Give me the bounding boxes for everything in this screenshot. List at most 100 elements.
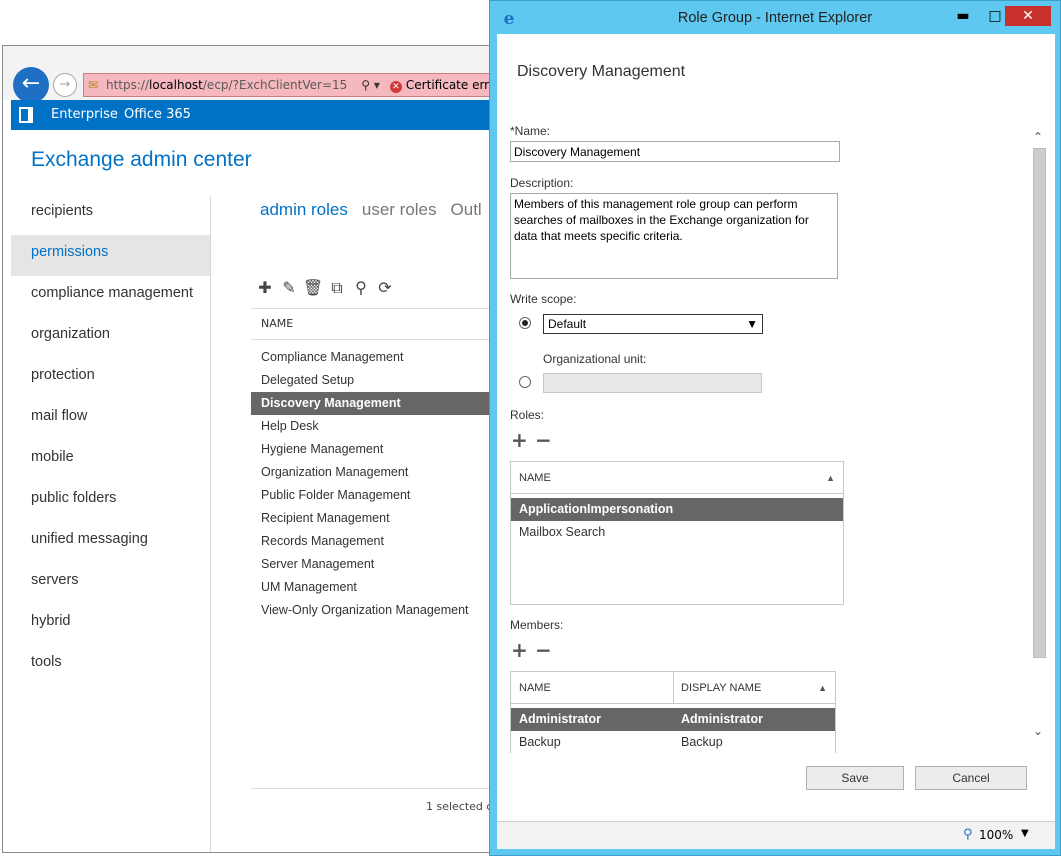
search-icon[interactable]: ⚲ (349, 278, 373, 297)
members-name-column: NAME (519, 682, 551, 694)
member-row-selected[interactable]: Administrator Administrator (511, 708, 835, 731)
close-button[interactable]: ✕ (1005, 6, 1051, 26)
zoom-level[interactable]: 100% (979, 828, 1013, 842)
chevron-down-icon[interactable]: ▼ (1021, 828, 1029, 839)
certificate-error-text[interactable]: Certificate error (406, 78, 501, 92)
roles-grid-header[interactable]: NAME ▲ (511, 462, 843, 494)
tab-user-roles[interactable]: user roles (362, 200, 437, 219)
page-title: Exchange admin center (31, 148, 252, 171)
table-row[interactable]: UM Management (251, 576, 523, 599)
office-topbar: Enterprise Office 365 (11, 100, 523, 130)
nav-item-mail-flow[interactable]: mail flow (11, 399, 211, 440)
zoom-icon[interactable]: ⚲ (963, 827, 973, 842)
nav-item-public-folders[interactable]: public folders (11, 481, 211, 522)
add-icon[interactable]: ✚ (253, 278, 277, 297)
members-toolbar: + − (511, 638, 559, 662)
ou-radio[interactable] (519, 376, 531, 388)
add-role-icon[interactable]: + (511, 428, 535, 452)
nav-item-tools[interactable]: tools (11, 645, 211, 686)
nav-item-mobile[interactable]: mobile (11, 440, 211, 481)
table-row[interactable]: Delegated Setup (251, 369, 523, 392)
certificate-error-icon[interactable]: ✕ (389, 81, 402, 93)
write-scope-default-radio[interactable] (519, 317, 531, 329)
delete-icon[interactable]: 🗑 (301, 278, 325, 297)
table-row[interactable]: Help Desk (251, 415, 523, 438)
member-display-name: Administrator (681, 712, 763, 726)
tab-admin-roles[interactable]: admin roles (260, 200, 348, 219)
write-scope-label: Write scope: (510, 292, 577, 306)
office-logo-icon (19, 107, 33, 123)
roles-grid: NAME ▲ ApplicationImpersonation Mailbox S… (510, 461, 844, 605)
nav-item-protection[interactable]: protection (11, 358, 211, 399)
table-row[interactable]: Public Folder Management (251, 484, 523, 507)
back-button[interactable]: ← (13, 67, 49, 103)
table-row[interactable]: Hygiene Management (251, 438, 523, 461)
member-name: Backup (519, 735, 561, 749)
roles-toolbar: + − (511, 428, 559, 452)
search-icon[interactable]: ⚲ ▾ (361, 78, 380, 92)
member-row[interactable]: Backup Backup (511, 731, 835, 753)
nav-item-unified-messaging[interactable]: unified messaging (11, 522, 211, 563)
cancel-button[interactable]: Cancel (915, 766, 1027, 790)
member-display-name: Backup (681, 735, 723, 749)
url-prefix: https:// (106, 78, 150, 92)
table-row-selected[interactable]: Discovery Management (251, 392, 523, 415)
dialog-scrollbar[interactable]: ⌃ ⌄ (1029, 129, 1047, 739)
close-icon: ✕ (1022, 8, 1034, 24)
nav-item-compliance-management[interactable]: compliance management (11, 276, 211, 317)
write-scope-select[interactable]: Default ▼ (543, 314, 763, 334)
permissions-tabs: admin roles user roles Outl (260, 200, 496, 220)
maximize-icon: □ (988, 8, 1002, 24)
tab-outlook[interactable]: Outl (451, 200, 482, 219)
nav-item-permissions[interactable]: permissions (11, 235, 211, 276)
scrollbar-thumb[interactable] (1033, 148, 1046, 658)
name-label: *Name: (510, 124, 551, 138)
table-row[interactable]: Compliance Management (251, 346, 523, 369)
table-row[interactable]: Recipient Management (251, 507, 523, 530)
screen: ← → ✉ https://localhost/ecp/?ExchClientVe… (0, 0, 1061, 856)
topbar-enterprise-link[interactable]: Enterprise (51, 100, 118, 130)
column-separator (673, 672, 674, 704)
table-row[interactable]: Server Management (251, 553, 523, 576)
members-label: Members: (510, 618, 564, 632)
nav-item-organization[interactable]: organization (11, 317, 211, 358)
table-row[interactable]: Records Management (251, 530, 523, 553)
description-label: Description: (510, 176, 574, 190)
minimize-icon: ▬ (956, 8, 970, 24)
dialog-body: Discovery Management *Name: Description:… (497, 34, 1055, 821)
forward-button[interactable]: → (53, 73, 77, 97)
address-bar[interactable]: ✉ https://localhost/ecp/?ExchClientVer=15… (83, 73, 523, 97)
nav-item-hybrid[interactable]: hybrid (11, 604, 211, 645)
save-button[interactable]: Save (806, 766, 904, 790)
copy-icon[interactable]: ⧉ (325, 278, 349, 298)
description-textarea[interactable]: Members of this management role group ca… (510, 193, 838, 279)
ou-input (543, 373, 762, 393)
ou-label: Organizational unit: (543, 352, 647, 366)
nav-item-servers[interactable]: servers (11, 563, 211, 604)
role-list-header[interactable]: NAME (251, 308, 523, 340)
page-icon: ✉ (88, 78, 99, 92)
role-row[interactable]: Mailbox Search (511, 521, 843, 544)
role-row-selected[interactable]: ApplicationImpersonation (511, 498, 843, 521)
selection-count: 1 selected of (251, 788, 523, 824)
add-member-icon[interactable]: + (511, 638, 535, 662)
role-group-dialog: e Role Group - Internet Explorer ▬ □ ✕ D… (489, 0, 1061, 856)
dialog-title-bar[interactable]: e Role Group - Internet Explorer ▬ □ ✕ (490, 1, 1060, 35)
remove-role-icon[interactable]: − (535, 428, 559, 452)
table-row[interactable]: Organization Management (251, 461, 523, 484)
minimize-button[interactable]: ▬ (949, 6, 977, 26)
url-path: /ecp/?ExchClientVer=15 (202, 78, 348, 92)
remove-member-icon[interactable]: − (535, 638, 559, 662)
nav-item-recipients[interactable]: recipients (11, 194, 211, 235)
members-grid-header[interactable]: NAME DISPLAY NAME ▲ (511, 672, 835, 704)
topbar-office365-link[interactable]: Office 365 (124, 100, 191, 130)
name-input[interactable] (510, 141, 840, 162)
members-grid: NAME DISPLAY NAME ▲ Administrator Admini… (510, 671, 836, 753)
scroll-down-icon[interactable]: ⌄ (1029, 723, 1047, 739)
dialog-status-bar: ⚲ 100% ▼ (497, 821, 1055, 849)
table-row[interactable]: View-Only Organization Management (251, 599, 523, 622)
dialog-heading: Discovery Management (517, 63, 686, 80)
scroll-up-icon[interactable]: ⌃ (1029, 129, 1047, 145)
edit-icon[interactable]: ✎ (277, 278, 301, 297)
refresh-icon[interactable]: ⟳ (373, 278, 397, 297)
